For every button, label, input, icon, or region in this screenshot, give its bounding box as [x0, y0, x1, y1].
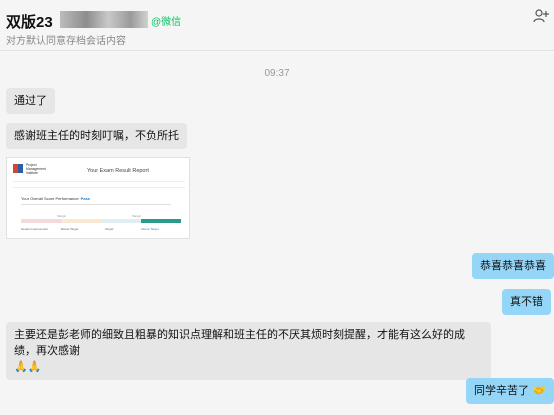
- chat-title: 双版23: [6, 14, 53, 31]
- user-add-icon[interactable]: [533, 8, 549, 24]
- message-bubble-received[interactable]: 通过了: [6, 88, 55, 114]
- wechat-tag: @微信: [151, 17, 182, 28]
- report-title: Your Exam Result Report: [87, 168, 149, 174]
- pray-emoji: 🙏🙏: [14, 361, 42, 373]
- report-meta-row: [13, 181, 185, 188]
- handshake-emoji: 🤝: [532, 385, 546, 397]
- report-overall: Your Overall Score Performance: Pass: [21, 196, 91, 201]
- bar-above-target: [141, 219, 181, 223]
- bar-needs-improvement: [21, 219, 61, 223]
- message-bubble-sent[interactable]: 恭喜恭喜恭喜: [472, 253, 554, 279]
- report-org: Project Management Institute: [26, 163, 46, 175]
- bar-target: [101, 219, 141, 223]
- message-bubble-sent[interactable]: 真不错: [502, 289, 551, 315]
- bar-below-target: [61, 219, 101, 223]
- message-timestamp: 09:37: [264, 68, 290, 79]
- message-text: 主要还是彭老师的细致且粗暴的知识点理解和班主任的不厌其烦时刻提醒，才能有这么好的…: [14, 329, 465, 357]
- chat-header: 双版23 @微信 对方默认同意存档会话内容: [0, 0, 554, 51]
- redacted-name: [60, 11, 148, 28]
- message-bubble-received[interactable]: 主要还是彭老师的细致且粗暴的知识点理解和班主任的不厌其烦时刻提醒，才能有这么好的…: [6, 322, 491, 380]
- message-text: 同学辛苦了: [474, 385, 529, 397]
- archive-notice: 对方默认同意存档会话内容: [6, 36, 126, 47]
- message-bubble-received[interactable]: 感谢班主任的时刻叮嘱，不负所托: [6, 123, 187, 149]
- exam-report-image[interactable]: Project Management Institute Your Exam R…: [6, 157, 190, 239]
- message-bubble-sent[interactable]: 同学辛苦了 🤝: [466, 378, 554, 404]
